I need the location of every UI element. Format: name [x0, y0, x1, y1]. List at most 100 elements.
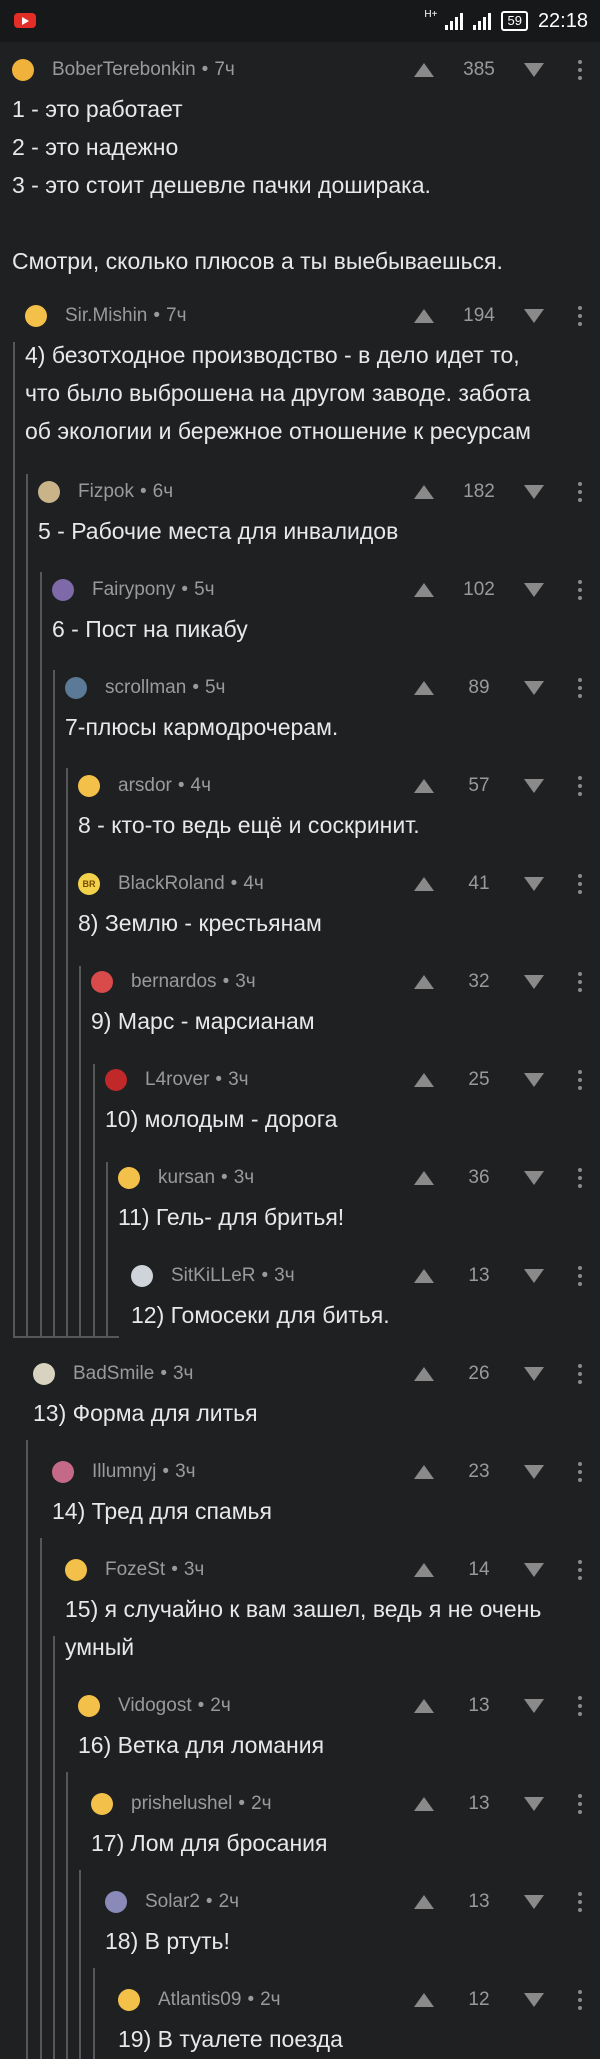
author-link[interactable]: prishelushel: [131, 1793, 232, 1815]
avatar[interactable]: [105, 1891, 127, 1913]
downvote-arrow-icon[interactable]: [524, 1367, 544, 1381]
downvote-arrow-icon[interactable]: [524, 1895, 544, 1909]
upvote-arrow-icon[interactable]: [414, 485, 434, 499]
downvote-arrow-icon[interactable]: [524, 485, 544, 499]
downvote-arrow-icon[interactable]: [524, 1699, 544, 1713]
more-options-icon[interactable]: [578, 306, 582, 330]
downvote-arrow-icon[interactable]: [524, 1465, 544, 1479]
downvote-arrow-icon[interactable]: [524, 779, 544, 793]
author-link[interactable]: bernardos: [131, 971, 217, 993]
downvote-arrow-icon[interactable]: [524, 583, 544, 597]
more-options-icon[interactable]: [578, 1168, 582, 1192]
avatar[interactable]: [118, 1167, 140, 1189]
downvote-arrow-icon[interactable]: [524, 1993, 544, 2007]
upvote-arrow-icon[interactable]: [414, 1797, 434, 1811]
upvote-arrow-icon[interactable]: [414, 681, 434, 695]
more-options-icon[interactable]: [578, 1070, 582, 1094]
more-options-icon[interactable]: [578, 776, 582, 800]
author-link[interactable]: Fizpok: [78, 481, 134, 503]
comment-body: 17) Лом для бросания: [91, 1824, 588, 1862]
avatar[interactable]: [91, 1793, 113, 1815]
downvote-arrow-icon[interactable]: [524, 63, 544, 77]
author-link[interactable]: BadSmile: [73, 1363, 154, 1385]
avatar[interactable]: [105, 1069, 127, 1091]
author-link[interactable]: Solar2: [145, 1891, 200, 1913]
comment-time: 7ч: [166, 305, 187, 326]
upvote-arrow-icon[interactable]: [414, 1465, 434, 1479]
avatar[interactable]: [131, 1265, 153, 1287]
upvote-arrow-icon[interactable]: [414, 1073, 434, 1087]
downvote-arrow-icon[interactable]: [524, 1073, 544, 1087]
avatar[interactable]: [25, 305, 47, 327]
avatar[interactable]: BR: [78, 873, 100, 895]
upvote-arrow-icon[interactable]: [414, 1993, 434, 2007]
more-options-icon[interactable]: [578, 482, 582, 506]
more-options-icon[interactable]: [578, 1560, 582, 1584]
avatar[interactable]: [91, 971, 113, 993]
avatar[interactable]: [52, 579, 74, 601]
more-options-icon[interactable]: [578, 1364, 582, 1388]
comment: scrollman • 5ч 89 7-плюсы кармодрочерам.: [65, 670, 588, 746]
author-link[interactable]: FozeSt: [105, 1559, 165, 1581]
avatar[interactable]: [38, 481, 60, 503]
upvote-arrow-icon[interactable]: [414, 1367, 434, 1381]
avatar[interactable]: [52, 1461, 74, 1483]
upvote-arrow-icon[interactable]: [414, 63, 434, 77]
author-link[interactable]: Sir.Mishin: [65, 305, 147, 327]
battery-icon: 59: [501, 11, 528, 31]
upvote-arrow-icon[interactable]: [414, 1269, 434, 1283]
author-link[interactable]: Illumnyj: [92, 1461, 156, 1483]
comment-text-line: 10) молодым - дорога: [105, 1106, 338, 1132]
comment: arsdor • 4ч 57 8 - кто-то ведь ещё и соскрин…: [78, 768, 588, 844]
downvote-arrow-icon[interactable]: [524, 1269, 544, 1283]
author-link[interactable]: BoberTerebonkin: [52, 59, 196, 81]
more-options-icon[interactable]: [578, 678, 582, 702]
more-options-icon[interactable]: [578, 874, 582, 898]
more-options-icon[interactable]: [578, 580, 582, 604]
downvote-arrow-icon[interactable]: [524, 309, 544, 323]
author-link[interactable]: BlackRoland: [118, 873, 225, 895]
more-options-icon[interactable]: [578, 1696, 582, 1720]
more-options-icon[interactable]: [578, 1462, 582, 1486]
author-link[interactable]: Fairypony: [92, 579, 175, 601]
upvote-arrow-icon[interactable]: [414, 1563, 434, 1577]
author-link[interactable]: Vidogost: [118, 1695, 192, 1717]
upvote-arrow-icon[interactable]: [414, 1895, 434, 1909]
more-options-icon[interactable]: [578, 60, 582, 84]
avatar[interactable]: [78, 1695, 100, 1717]
more-options-icon[interactable]: [578, 1794, 582, 1818]
comment-body: 14) Тред для спамья: [52, 1492, 588, 1530]
comment-text-line: что было выброшена на другом заводе. заб…: [25, 380, 531, 406]
avatar[interactable]: [12, 59, 34, 81]
avatar[interactable]: [33, 1363, 55, 1385]
upvote-arrow-icon[interactable]: [414, 309, 434, 323]
avatar[interactable]: [78, 775, 100, 797]
upvote-arrow-icon[interactable]: [414, 1171, 434, 1185]
author-link[interactable]: kursan: [158, 1167, 215, 1189]
upvote-arrow-icon[interactable]: [414, 975, 434, 989]
downvote-arrow-icon[interactable]: [524, 681, 544, 695]
more-options-icon[interactable]: [578, 972, 582, 996]
upvote-arrow-icon[interactable]: [414, 583, 434, 597]
comment: SitKiLLeR • 3ч 13 12) Гомосеки для битья.: [131, 1258, 588, 1334]
upvote-arrow-icon[interactable]: [414, 1699, 434, 1713]
upvote-arrow-icon[interactable]: [414, 779, 434, 793]
downvote-arrow-icon[interactable]: [524, 877, 544, 891]
avatar[interactable]: [65, 677, 87, 699]
downvote-arrow-icon[interactable]: [524, 1563, 544, 1577]
downvote-arrow-icon[interactable]: [524, 1797, 544, 1811]
more-options-icon[interactable]: [578, 1266, 582, 1290]
more-options-icon[interactable]: [578, 1892, 582, 1916]
more-options-icon[interactable]: [578, 1990, 582, 2014]
author-link[interactable]: SitKiLLeR: [171, 1265, 256, 1287]
author-link[interactable]: arsdor: [118, 775, 172, 797]
author-link[interactable]: Atlantis09: [158, 1989, 241, 2011]
avatar[interactable]: [118, 1989, 140, 2011]
clock: 22:18: [537, 9, 588, 32]
downvote-arrow-icon[interactable]: [524, 975, 544, 989]
avatar[interactable]: [65, 1559, 87, 1581]
author-link[interactable]: L4rover: [145, 1069, 209, 1091]
downvote-arrow-icon[interactable]: [524, 1171, 544, 1185]
upvote-arrow-icon[interactable]: [414, 877, 434, 891]
author-link[interactable]: scrollman: [105, 677, 186, 699]
